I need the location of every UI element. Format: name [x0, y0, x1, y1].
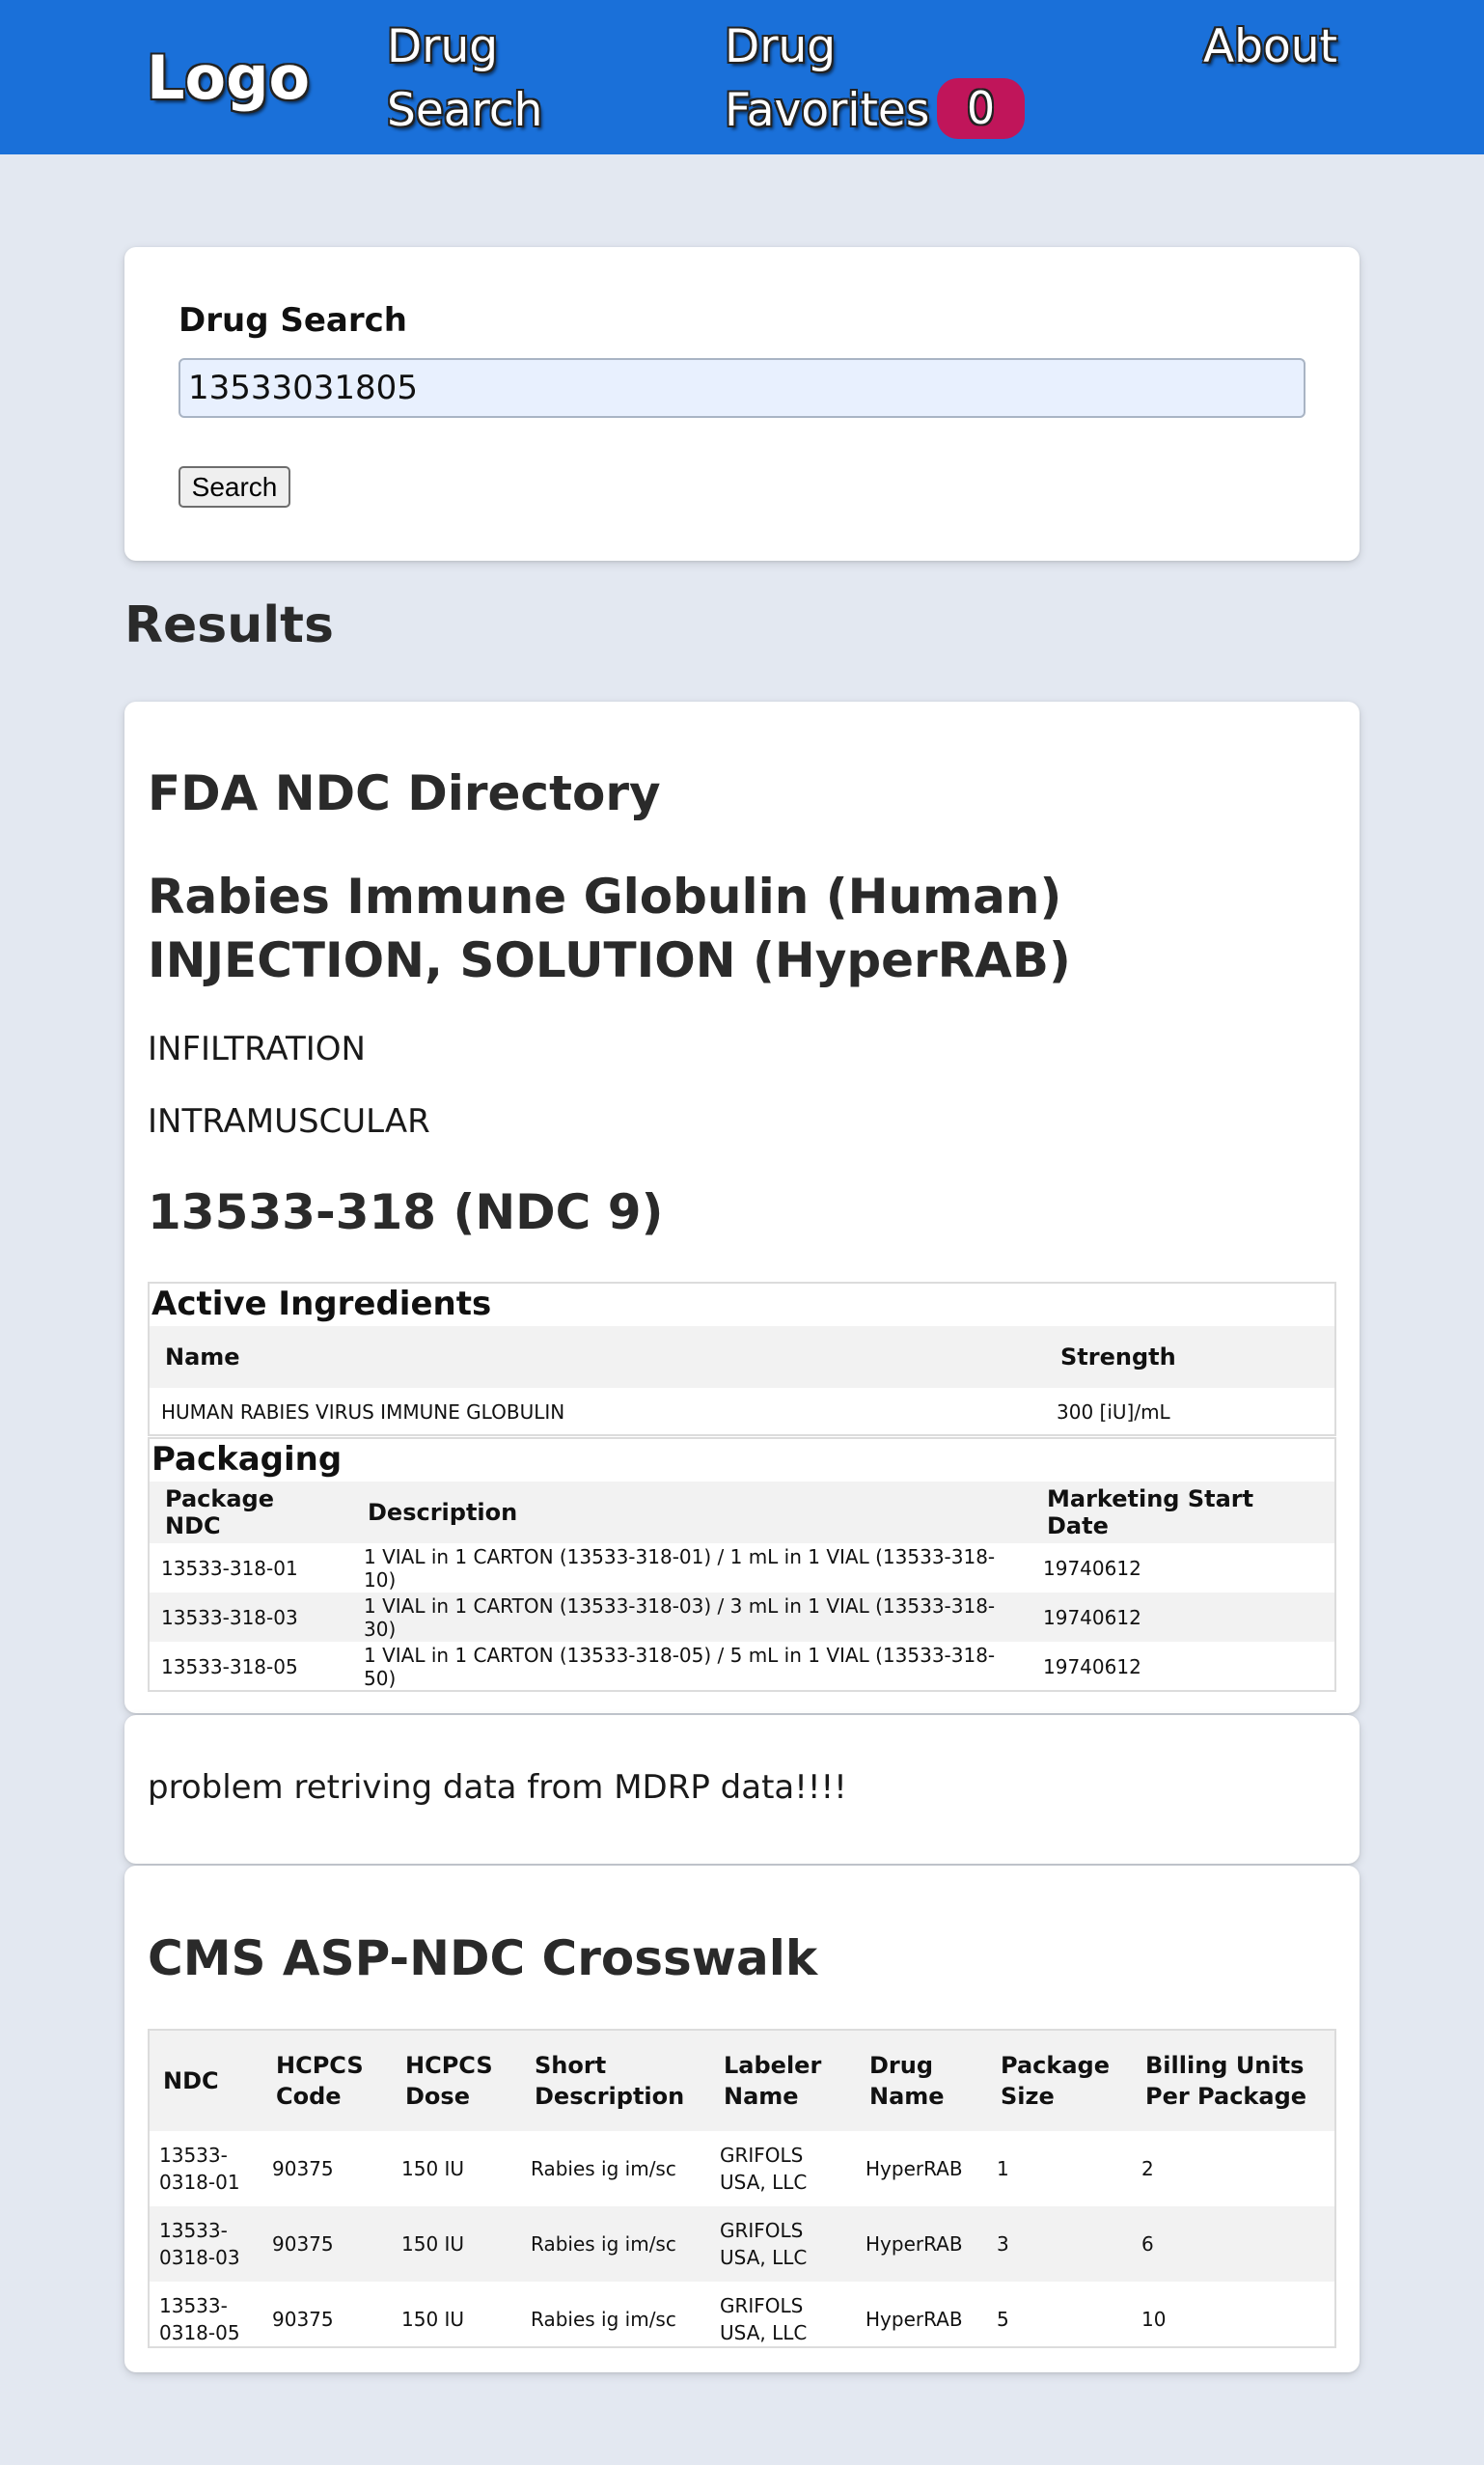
logo-link[interactable]: Logo: [147, 42, 310, 115]
table-row: HUMAN RABIES VIRUS IMMUNE GLOBULIN 300 […: [150, 1388, 1334, 1436]
table-row: 13533-0318-01 90375 150 IU Rabies ig im/…: [150, 2131, 1334, 2206]
table-cell: 19740612: [1043, 1556, 1141, 1580]
table-cell: 150 IU: [392, 2206, 521, 2282]
table-cell: Rabies ig im/sc: [531, 2157, 676, 2180]
nav-drug-search-link[interactable]: Drug Search: [387, 15, 599, 143]
table-cell: 13533-318-01: [161, 1556, 298, 1580]
drug-search-input[interactable]: [179, 358, 1305, 418]
table-cell: 19740612: [1031, 1593, 1334, 1642]
active-ingredients-table: Name Strength HUMAN RABIES VIRUS IMMUNE …: [150, 1326, 1334, 1436]
column-header: Description: [352, 1482, 1031, 1543]
table-cell: 13533-0318-01: [159, 2144, 240, 2194]
route-text: INTRAMUSCULAR: [148, 1102, 430, 1141]
nav-about-link[interactable]: About: [1203, 15, 1337, 79]
column-header: Package NDC: [150, 1482, 352, 1543]
column-header: Labeler Name: [710, 2031, 856, 2131]
column-header: Name: [150, 1326, 1045, 1388]
table-cell: HUMAN RABIES VIRUS IMMUNE GLOBULIN: [161, 1400, 565, 1424]
packaging-caption: Packaging: [151, 1440, 343, 1479]
column-header: Drug Name: [856, 2031, 987, 2131]
table-cell: 1 VIAL in 1 CARTON (13533-318-03) / 3 mL…: [352, 1593, 1031, 1642]
table-cell: Rabies ig im/sc: [521, 2206, 710, 2282]
table-cell: 1 VIAL in 1 CARTON (13533-318-01) / 1 mL…: [364, 1544, 996, 1592]
table-cell: HyperRAB: [856, 2206, 987, 2282]
table-cell: 5: [997, 2308, 1009, 2331]
table-cell: 13533-0318-03: [150, 2206, 262, 2282]
packaging-table-box: Packaging Package NDC Description Market…: [148, 1437, 1336, 1692]
mdrp-error-message: problem retriving data from MDRP data!!!…: [148, 1768, 847, 1807]
column-header: Short Description: [521, 2031, 710, 2131]
column-header: NDC: [150, 2031, 262, 2131]
column-header: Marketing Start Date: [1031, 1482, 1334, 1543]
table-row: 13533-0318-05 90375 150 IU Rabies ig im/…: [150, 2282, 1334, 2357]
table-cell: 13533-318-03: [150, 1593, 352, 1642]
cms-crosswalk-table-box: NDC HCPCS Code HCPCS Dose Short Descript…: [148, 2029, 1336, 2348]
column-header: Billing Units Per Package: [1132, 2031, 1334, 2131]
table-cell: Rabies ig im/sc: [531, 2308, 676, 2331]
table-cell: 1 VIAL in 1 CARTON (13533-318-05) / 5 mL…: [364, 1643, 996, 1690]
active-ingredients-caption: Active Ingredients: [151, 1285, 492, 1323]
table-cell: 6: [1132, 2206, 1334, 2282]
ndc9-heading: 13533-318 (NDC 9): [148, 1184, 664, 1240]
table-header-row: Package NDC Description Marketing Start …: [150, 1482, 1334, 1543]
drug-title: Rabies Immune Globulin (Human) INJECTION…: [148, 869, 1071, 988]
cms-crosswalk-heading: CMS ASP-NDC Crosswalk: [148, 1930, 818, 1986]
cms-crosswalk-table: NDC HCPCS Code HCPCS Dose Short Descript…: [150, 2031, 1334, 2357]
table-row: 13533-318-05 1 VIAL in 1 CARTON (13533-3…: [150, 1642, 1334, 1691]
table-cell: 2: [1141, 2157, 1154, 2180]
search-label: Drug Search: [179, 301, 407, 340]
table-cell: 90375: [272, 2157, 334, 2180]
table-cell: GRIFOLS USA, LLC: [720, 2294, 808, 2344]
table-cell: 150 IU: [401, 2157, 465, 2180]
results-heading: Results: [124, 596, 334, 654]
table-cell: 1: [997, 2157, 1009, 2180]
table-header-row: Name Strength: [150, 1326, 1334, 1388]
route-text: INFILTRATION: [148, 1030, 366, 1068]
table-cell: 19740612: [1043, 1654, 1141, 1678]
table-cell: 13533-318-05: [161, 1654, 298, 1678]
search-card: Drug Search Search: [124, 247, 1360, 561]
fda-ndc-heading: FDA NDC Directory: [148, 765, 661, 821]
table-cell: 90375: [272, 2308, 334, 2331]
table-cell: 150 IU: [401, 2308, 465, 2331]
column-header: Strength: [1045, 1326, 1334, 1388]
column-header: HCPCS Code: [262, 2031, 392, 2131]
table-row: 13533-0318-03 90375 150 IU Rabies ig im/…: [150, 2206, 1334, 2282]
search-button[interactable]: Search: [179, 466, 290, 508]
table-cell: HyperRAB: [866, 2308, 963, 2331]
table-row: 13533-318-03 1 VIAL in 1 CARTON (13533-3…: [150, 1593, 1334, 1642]
table-cell: 3: [987, 2206, 1132, 2282]
favorites-count-badge[interactable]: 0: [937, 78, 1025, 139]
table-cell: GRIFOLS USA, LLC: [710, 2206, 856, 2282]
table-cell: GRIFOLS USA, LLC: [720, 2144, 808, 2194]
table-cell: HyperRAB: [866, 2157, 963, 2180]
table-cell: 10: [1141, 2308, 1167, 2331]
table-cell: 300 [iU]/mL: [1057, 1400, 1170, 1424]
packaging-table: Package NDC Description Marketing Start …: [150, 1482, 1334, 1691]
table-cell: 13533-0318-05: [159, 2294, 240, 2344]
table-cell: 90375: [262, 2206, 392, 2282]
column-header: Package Size: [987, 2031, 1132, 2131]
table-header-row: NDC HCPCS Code HCPCS Dose Short Descript…: [150, 2031, 1334, 2131]
active-ingredients-table-box: Active Ingredients Name Strength HUMAN R…: [148, 1282, 1336, 1436]
table-row: 13533-318-01 1 VIAL in 1 CARTON (13533-3…: [150, 1543, 1334, 1593]
column-header: HCPCS Dose: [392, 2031, 521, 2131]
